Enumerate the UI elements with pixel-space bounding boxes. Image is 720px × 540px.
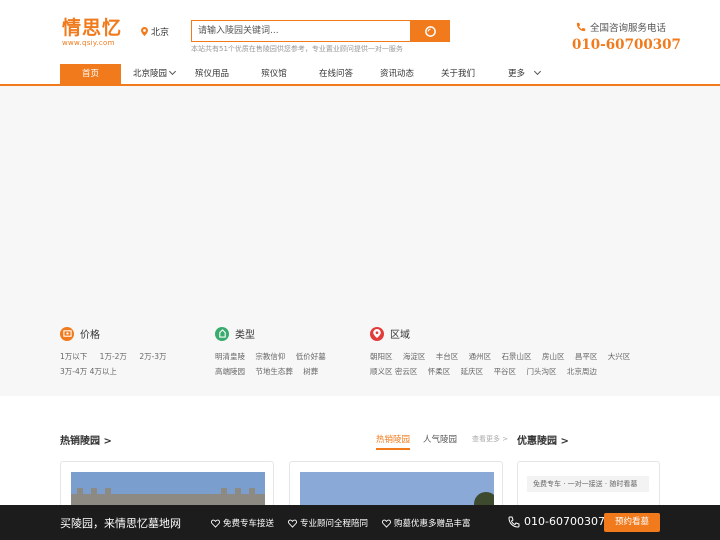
chevron-down-icon bbox=[533, 67, 542, 76]
type-option[interactable]: 宗教信仰 bbox=[255, 349, 285, 364]
nav-beijing-cemeteries[interactable]: 北京陵园 bbox=[128, 64, 180, 84]
search-button[interactable] bbox=[410, 20, 450, 42]
filter-type: 类型 bbox=[215, 326, 255, 341]
chevron-down-icon bbox=[168, 67, 177, 76]
region-option[interactable]: 平谷区 bbox=[494, 364, 517, 379]
region-option[interactable]: 昌平区 bbox=[575, 349, 598, 364]
search-note: 本站共有51个优质在售陵园供您参考，专业置业顾问提供一对一服务 bbox=[191, 45, 403, 53]
price-option[interactable]: 3万-4万 bbox=[60, 364, 87, 379]
region-option[interactable]: 大兴区 bbox=[608, 349, 631, 364]
type-option[interactable]: 高端陵园 bbox=[215, 364, 245, 379]
feature-item: 免费专车接送 bbox=[211, 517, 274, 529]
filter-type-header: 类型 bbox=[215, 326, 255, 341]
filter-price-header: 价格 bbox=[60, 326, 100, 341]
type-icon bbox=[215, 326, 229, 341]
nav-about[interactable]: 关于我们 bbox=[434, 64, 482, 84]
hotline-label: 全国咨询服务电话 bbox=[576, 20, 666, 34]
region-option[interactable]: 怀柔区 bbox=[428, 364, 451, 379]
nav-funeral-supplies[interactable]: 殡仪用品 bbox=[188, 64, 236, 84]
heart-icon bbox=[382, 519, 391, 528]
filter-price: 价格 bbox=[60, 326, 100, 341]
nav-qa[interactable]: 在线问答 bbox=[312, 64, 360, 84]
location-pin-icon bbox=[141, 27, 148, 36]
region-option[interactable]: 门头沟区 bbox=[526, 364, 556, 379]
bottom-slogan: 买陵园，来情思忆墓地网 bbox=[60, 517, 181, 530]
discount-cemeteries-title[interactable]: 优惠陵园 > bbox=[517, 432, 569, 447]
region-option[interactable]: 海淀区 bbox=[403, 349, 426, 364]
heart-icon bbox=[288, 519, 297, 528]
site-logo[interactable]: 情思忆 www.qsiy.com bbox=[62, 18, 122, 47]
main-nav: 首页 北京陵园 殡仪用品 殡仪馆 在线问答 资讯动态 关于我们 更多 bbox=[0, 64, 720, 86]
book-visit-button[interactable]: 预约看墓 bbox=[604, 513, 660, 532]
region-option[interactable]: 延庆区 bbox=[461, 364, 484, 379]
feature-text: 购墓优惠多赠品丰富 bbox=[394, 519, 471, 529]
filter-price-title: 价格 bbox=[80, 330, 100, 341]
city-name: 北京 bbox=[151, 28, 170, 38]
region-option[interactable]: 房山区 bbox=[542, 349, 565, 364]
heart-icon bbox=[211, 519, 220, 528]
region-option[interactable]: 丰台区 bbox=[436, 349, 459, 364]
price-option[interactable]: 1万-2万 bbox=[100, 349, 127, 364]
region-option[interactable]: 密云区 bbox=[395, 364, 418, 379]
type-option[interactable]: 明清皇陵 bbox=[215, 349, 245, 364]
hotline-number[interactable]: 010-60700307 bbox=[572, 37, 681, 53]
region-option[interactable]: 朝阳区 bbox=[370, 349, 393, 364]
logo-text: 情思忆 bbox=[62, 17, 123, 39]
price-options: 1万以下 1万-2万 2万-3万 3万-4万 4万以上 bbox=[60, 349, 200, 379]
tab-hot[interactable]: 热销陵园 bbox=[376, 433, 411, 450]
search-input[interactable]: 请输入陵园关键词... bbox=[191, 20, 411, 42]
feature-text: 免费专车接送 bbox=[223, 519, 275, 529]
nav-funeral-homes[interactable]: 殡仪馆 bbox=[252, 64, 296, 84]
phone-icon bbox=[508, 516, 520, 528]
feature-item: 购墓优惠多赠品丰富 bbox=[382, 517, 471, 529]
price-icon bbox=[60, 326, 74, 341]
price-option[interactable]: 4万以上 bbox=[90, 364, 117, 379]
nav-news[interactable]: 资讯动态 bbox=[373, 64, 421, 84]
type-option[interactable]: 低价好墓 bbox=[296, 349, 326, 364]
nav-more[interactable]: 更多 bbox=[500, 64, 548, 84]
bottom-phone-number: 010-60700307 bbox=[524, 515, 605, 528]
logo-domain: www.qsiy.com bbox=[62, 39, 115, 47]
promo-chip[interactable]: 免费专车 · 一对一接送 · 随时看墓 bbox=[527, 476, 649, 492]
filter-region-header: 区域 bbox=[370, 326, 410, 341]
filter-type-title: 类型 bbox=[235, 330, 255, 341]
view-more-link[interactable]: 查看更多 > bbox=[472, 434, 508, 444]
tab-popular[interactable]: 人气陵园 bbox=[423, 433, 457, 445]
price-option[interactable]: 1万以下 bbox=[60, 349, 87, 364]
feature-text: 专业顾问全程陪同 bbox=[300, 519, 369, 529]
search-icon bbox=[424, 25, 436, 37]
bottom-phone[interactable]: 010-60700307 bbox=[508, 515, 605, 528]
region-option[interactable]: 北京周边 bbox=[567, 364, 597, 379]
region-pin-icon bbox=[370, 326, 384, 341]
nav-home[interactable]: 首页 bbox=[60, 64, 121, 84]
phone-icon bbox=[576, 22, 586, 32]
bottom-cta-bar: 买陵园，来情思忆墓地网 免费专车接送 专业顾问全程陪同 购墓优惠多赠品丰富 01… bbox=[0, 505, 720, 540]
hot-cemeteries-title[interactable]: 热销陵园 > bbox=[60, 432, 112, 447]
region-option[interactable]: 顺义区 bbox=[370, 364, 393, 379]
type-option[interactable]: 节地生态葬 bbox=[255, 364, 293, 379]
region-options: 朝阳区 海淀区 丰台区 通州区 石景山区 房山区 昌平区 大兴区 顺义区 密云区… bbox=[370, 349, 660, 379]
type-option[interactable]: 树葬 bbox=[303, 364, 318, 379]
filter-region-title: 区域 bbox=[390, 330, 410, 341]
region-option[interactable]: 通州区 bbox=[469, 349, 492, 364]
price-option[interactable]: 2万-3万 bbox=[139, 349, 166, 364]
filter-region: 区域 bbox=[370, 326, 410, 341]
hotline-label-text: 全国咨询服务电话 bbox=[590, 23, 667, 34]
nav-label: 更多 bbox=[507, 69, 525, 79]
nav-label: 北京陵园 bbox=[132, 69, 167, 79]
type-options: 明清皇陵 宗教信仰 低价好墓 高端陵园 节地生态葬 树葬 bbox=[215, 349, 345, 379]
feature-item: 专业顾问全程陪同 bbox=[288, 517, 368, 529]
region-option[interactable]: 石景山区 bbox=[502, 349, 532, 364]
city-selector[interactable]: 北京 bbox=[141, 25, 169, 38]
